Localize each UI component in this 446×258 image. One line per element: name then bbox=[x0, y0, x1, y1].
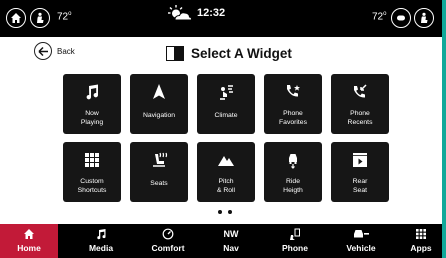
rear-seat-screen-icon bbox=[353, 153, 367, 167]
status-bar: 72o 12:32 72o bbox=[0, 0, 442, 37]
passenger-seat-button[interactable] bbox=[414, 8, 434, 28]
tile-seats[interactable]: Seats bbox=[130, 142, 188, 202]
nav-label: Apps bbox=[410, 243, 432, 253]
home-quick-button[interactable] bbox=[6, 8, 26, 28]
back-button[interactable]: Back bbox=[34, 42, 75, 60]
page-dot-active[interactable] bbox=[218, 210, 222, 214]
tile-rear-seat[interactable]: Rear Seat bbox=[331, 142, 389, 202]
seat-icon bbox=[421, 12, 428, 23]
nav-vehicle[interactable]: Vehicle bbox=[330, 224, 392, 258]
nav-nav[interactable]: NW Nav bbox=[201, 224, 261, 258]
tile-label: Ride Heigth bbox=[283, 178, 303, 194]
tile-navigation[interactable]: Navigation bbox=[130, 74, 188, 134]
phone-recent-icon bbox=[354, 84, 367, 98]
music-note-icon bbox=[86, 84, 99, 100]
nav-media[interactable]: Media bbox=[71, 224, 131, 258]
music-note-icon bbox=[97, 229, 106, 240]
seat-icon bbox=[37, 12, 44, 23]
ride-height-icon bbox=[289, 154, 297, 169]
apps-grid-icon bbox=[416, 229, 426, 239]
tile-label: Phone Recents bbox=[347, 110, 373, 126]
screen: 72o 12:32 72o Back Select A Widget Now P… bbox=[0, 0, 442, 258]
comfort-dial-icon bbox=[162, 228, 174, 240]
phone-keypad-icon bbox=[290, 228, 300, 240]
back-label: Back bbox=[57, 46, 75, 56]
page-header: Select A Widget bbox=[166, 46, 292, 61]
tile-climate[interactable]: Climate bbox=[197, 74, 255, 134]
compass-nw-icon: NW bbox=[223, 229, 239, 239]
degree-mark: o bbox=[68, 11, 72, 17]
left-temp-value: 72 bbox=[57, 11, 69, 23]
nav-phone[interactable]: Phone bbox=[265, 224, 325, 258]
grid-icon bbox=[85, 153, 99, 167]
tile-pitch-roll[interactable]: Pitch & Roll bbox=[197, 142, 255, 202]
nav-home[interactable]: Home bbox=[0, 224, 58, 258]
tile-label: Rear Seat bbox=[352, 178, 368, 194]
partly-sunny-icon bbox=[168, 5, 193, 21]
nav-apps[interactable]: Apps bbox=[400, 224, 442, 258]
widget-layout-icon bbox=[166, 46, 184, 61]
mountain-icon bbox=[218, 156, 234, 166]
right-temperature[interactable]: 72o bbox=[372, 11, 386, 22]
phone-star-icon bbox=[287, 85, 300, 97]
tile-label: Now Playing bbox=[80, 110, 104, 126]
nav-label: Vehicle bbox=[346, 243, 376, 253]
nav-comfort[interactable]: Comfort bbox=[138, 224, 198, 258]
nav-label: Home bbox=[17, 243, 41, 253]
tile-phone-favorites[interactable]: Phone Favorites bbox=[264, 74, 322, 134]
bottom-nav: Home Media Comfort NW Nav Phone Vehicle … bbox=[0, 224, 442, 258]
home-icon bbox=[11, 13, 21, 23]
back-arrow-icon bbox=[34, 42, 52, 60]
tile-label: Seats bbox=[150, 180, 168, 187]
time-text: 12:32 bbox=[197, 7, 226, 19]
tile-label: Navigation bbox=[142, 112, 176, 119]
toggle-icon bbox=[397, 15, 405, 21]
seat-climate-button[interactable] bbox=[30, 8, 50, 28]
home-icon bbox=[24, 229, 34, 239]
nav-label: Comfort bbox=[151, 243, 185, 253]
tile-ride-height[interactable]: Ride Heigth bbox=[264, 142, 322, 202]
clock: 12:32 bbox=[167, 4, 225, 22]
tile-label: Custom Shortcuts bbox=[77, 178, 107, 194]
nav-label: Phone bbox=[282, 243, 308, 253]
tile-label: Pitch & Roll bbox=[216, 178, 236, 194]
climate-fan-icon bbox=[220, 85, 233, 100]
tile-phone-recents[interactable]: Phone Recents bbox=[331, 74, 389, 134]
heated-seat-icon bbox=[153, 152, 168, 167]
nav-label: Nav bbox=[223, 243, 239, 253]
tile-now-playing[interactable]: Now Playing bbox=[63, 74, 121, 134]
navigation-arrow-icon bbox=[153, 84, 165, 99]
page-indicator bbox=[218, 210, 232, 214]
page-dot[interactable] bbox=[228, 210, 232, 214]
nav-label: Media bbox=[88, 243, 114, 253]
degree-mark: o bbox=[383, 11, 387, 17]
vehicle-icon bbox=[354, 230, 369, 238]
right-temp-value: 72 bbox=[372, 11, 384, 23]
left-temperature[interactable]: 72o bbox=[57, 11, 71, 22]
tile-label: Phone Favorites bbox=[279, 110, 307, 126]
tile-custom-shortcuts[interactable]: Custom Shortcuts bbox=[63, 142, 121, 202]
climate-toggle-button[interactable] bbox=[391, 8, 411, 28]
tile-label: Climate bbox=[214, 112, 238, 119]
page-title: Select A Widget bbox=[191, 46, 292, 61]
